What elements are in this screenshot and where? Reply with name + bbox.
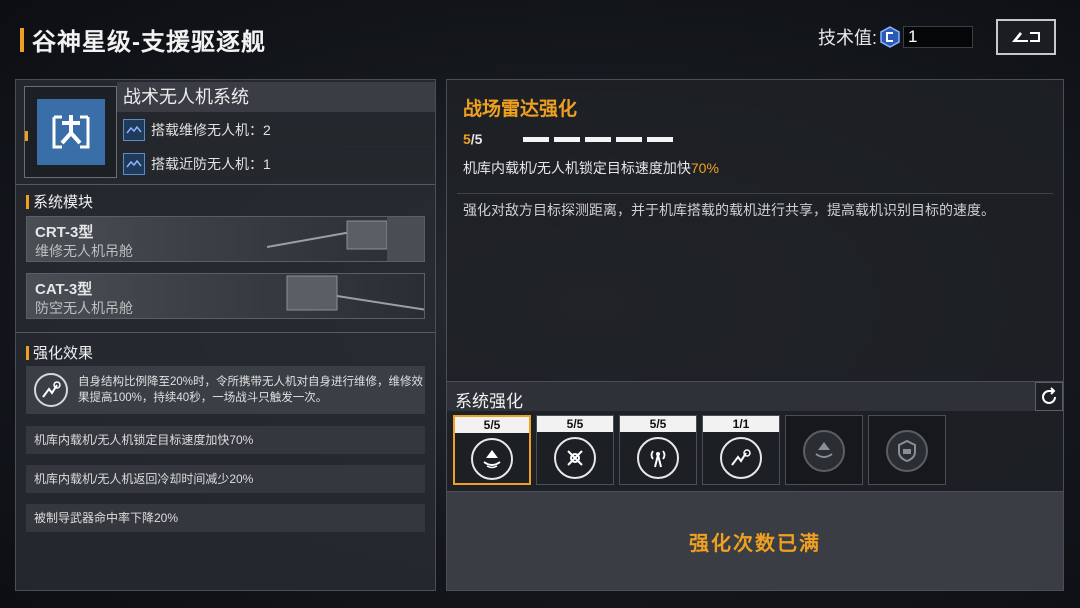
tech-label: 技术值: <box>818 28 878 48</box>
enhancement-description: 强化对敌方目标探测距离，并于机库搭载的载机进行共享，提高载机识别目标的速度。 <box>463 202 995 218</box>
title-accent-bar <box>20 27 24 52</box>
radar-boost-icon <box>471 438 513 480</box>
enhance-slot-signal[interactable]: 5/5 <box>619 415 697 485</box>
slot-count: 5/5 <box>537 416 613 432</box>
divider <box>16 184 435 185</box>
module-desc: 防空无人机吊舱 <box>35 300 133 316</box>
divider <box>457 193 1053 194</box>
tech-value: 1 <box>903 26 974 48</box>
drone-icon <box>123 153 145 175</box>
drone-row-repair: 搭载维修无人机：2 <box>117 114 435 146</box>
enhancement-title: 战场雷达强化 <box>463 99 578 120</box>
enhance-slot-radar[interactable]: 5/5 <box>453 415 531 485</box>
effects-heading: 强化效果 <box>26 342 93 363</box>
back-arrow-icon <box>1012 32 1040 42</box>
effect-main-text: 自身结构比例降至20%时，令所携带无人机对自身进行维修，维修效果提高100%，持… <box>78 376 424 404</box>
enhance-slots: 5/5 5/5 5/5 1/1 <box>453 415 951 485</box>
repair-drone-icon <box>34 373 68 407</box>
drone-pod-illustration <box>267 217 424 261</box>
enhancement-progress: 5/5 <box>463 131 482 147</box>
right-panel: 战场雷达强化 5/5 机库内载机/无人机锁定目标速度加快70% 强化对敌方目标探… <box>446 79 1064 591</box>
locked-radar-icon <box>803 430 845 472</box>
drone-icon <box>123 119 145 141</box>
slot-count: 1/1 <box>703 416 779 432</box>
effect-main: 自身结构比例降至20%时，令所携带无人机对自身进行维修，维修效果提高100%，持… <box>26 366 425 414</box>
page-title: 谷神星级-支援驱逐舰 <box>32 29 266 56</box>
slot-count: 5/5 <box>620 416 696 432</box>
refresh-icon <box>1042 386 1056 404</box>
effect-row: 机库内载机/无人机锁定目标速度加快70% <box>26 426 425 454</box>
enhance-status-text: 强化次数已满 <box>689 532 821 555</box>
back-button[interactable] <box>996 19 1056 55</box>
system-enhance-title: 系统强化 <box>455 392 523 411</box>
drone-system-icon <box>37 99 105 165</box>
tech-value-display: 技术值: 1 <box>818 24 974 50</box>
level-dash <box>523 137 549 142</box>
effects-heading-label: 强化效果 <box>33 345 94 362</box>
slot-count: 5/5 <box>455 417 529 433</box>
module-name: CRT-3型 <box>35 224 94 241</box>
progress-current: 5 <box>463 131 471 147</box>
locked-shield-icon <box>886 430 928 472</box>
modules-heading: 系统模块 <box>26 191 93 212</box>
level-bar <box>523 137 678 142</box>
effect-row: 被制导武器命中率下降20% <box>26 504 425 532</box>
enhance-slot-recall[interactable]: 5/5 <box>536 415 614 485</box>
enhance-slot-locked[interactable] <box>868 415 946 485</box>
enhancement-effect: 机库内载机/无人机锁定目标速度加快70% <box>463 158 719 178</box>
page-header: 谷神星级-支援驱逐舰 <box>20 22 266 57</box>
module-card-cat3[interactable]: CAT-3型 防空无人机吊舱 <box>26 273 425 319</box>
selection-mark <box>25 131 28 141</box>
level-dash <box>585 137 611 142</box>
modules-heading-label: 系统模块 <box>33 194 94 211</box>
module-name: CAT-3型 <box>35 281 93 298</box>
enhance-slot-locked[interactable] <box>785 415 863 485</box>
left-panel: 战术无人机系统 搭载维修无人机：2 搭载近防无人机：1 系统模块 CRT-3型 … <box>15 79 436 591</box>
level-dash <box>616 137 642 142</box>
level-dash <box>647 137 673 142</box>
module-desc: 维修无人机吊舱 <box>35 243 133 259</box>
heading-bar <box>26 194 29 209</box>
divider <box>16 332 435 333</box>
drone-pod-illustration <box>286 275 424 311</box>
repair-drone-icon <box>720 437 762 479</box>
drone-label: 搭载近防无人机：1 <box>151 156 271 172</box>
level-dash <box>554 137 580 142</box>
system-name: 战术无人机系统 <box>117 82 435 112</box>
refresh-button[interactable] <box>1035 382 1063 411</box>
heading-bar <box>26 345 29 360</box>
enhance-slot-repair[interactable]: 1/1 <box>702 415 780 485</box>
system-enhance-header: 系统强化 <box>447 381 1063 411</box>
drone-label: 搭载维修无人机：2 <box>151 122 271 138</box>
effect-row: 机库内载机/无人机返回冷却时间减少20% <box>26 465 425 493</box>
enhance-status-bar: 强化次数已满 <box>447 491 1063 590</box>
signal-tower-icon <box>637 437 679 479</box>
effect-value: 70% <box>690 160 719 176</box>
drone-row-defense: 搭载近防无人机：1 <box>117 148 435 180</box>
progress-total: /5 <box>470 131 483 147</box>
tech-points-icon <box>880 26 900 48</box>
module-card-crt3[interactable]: CRT-3型 维修无人机吊舱 <box>26 216 425 262</box>
effect-prefix: 机库内载机/无人机锁定目标速度加快 <box>463 160 691 176</box>
system-icon-frame <box>24 86 117 178</box>
drone-recall-icon <box>554 437 596 479</box>
